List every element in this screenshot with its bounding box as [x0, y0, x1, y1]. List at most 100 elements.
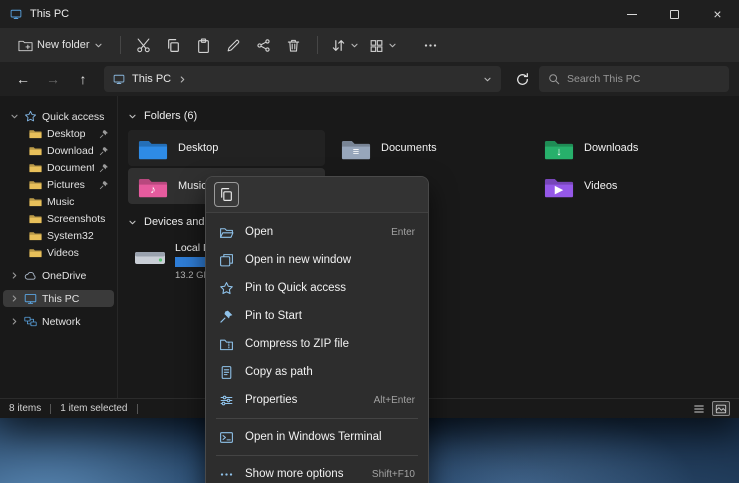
window-title: This PC: [30, 8, 69, 20]
menu-item-pin-to-quick-access[interactable]: Pin to Quick access: [210, 274, 424, 302]
menu-separator: [216, 455, 418, 456]
folders-section-header[interactable]: Folders (6): [128, 108, 731, 124]
thumbnails-view-button[interactable]: [712, 401, 730, 416]
music-glyph: ♪: [138, 182, 168, 199]
address-bar[interactable]: This PC: [104, 66, 501, 92]
downloads-glyph: ↓: [544, 144, 574, 161]
sidebar-item-desktop[interactable]: Desktop: [3, 125, 114, 142]
menu-item-copy-as-path[interactable]: Copy as path: [210, 358, 424, 386]
sidebar-item-this-pc[interactable]: This PC: [3, 290, 114, 307]
desktop-glyph: [138, 144, 168, 161]
sidebar-item-onedrive[interactable]: OneDrive: [3, 267, 114, 284]
menu-item-properties[interactable]: Properties Alt+Enter: [210, 386, 424, 414]
chevron-right-icon[interactable]: [10, 317, 19, 326]
sidebar-item-quick-access[interactable]: Quick access: [3, 108, 114, 125]
copy-icon: [166, 38, 181, 53]
documents-glyph: ≡: [341, 144, 371, 161]
menu-item-show-more-options[interactable]: Show more options Shift+F10: [210, 460, 424, 483]
search-input[interactable]: [567, 73, 720, 85]
close-button[interactable]: ×: [696, 0, 739, 28]
properties-icon: [219, 393, 234, 408]
sidebar-item-network[interactable]: Network: [3, 313, 114, 330]
sidebar-label: Quick access: [42, 111, 104, 123]
new-folder-button[interactable]: New folder: [10, 32, 111, 58]
chevron-right-icon[interactable]: [10, 294, 19, 303]
chevron-right-icon[interactable]: [10, 271, 19, 280]
videos-folder-icon: ▶: [544, 174, 574, 199]
new-window-icon: [219, 253, 234, 268]
maximize-button[interactable]: [653, 0, 696, 28]
folder-tile-desktop[interactable]: Desktop: [128, 130, 325, 166]
refresh-button[interactable]: [509, 66, 535, 92]
folder-icon: [29, 229, 42, 242]
breadcrumb[interactable]: This PC: [132, 73, 171, 85]
downloads-folder-icon: ↓: [544, 136, 574, 161]
search-box[interactable]: [539, 66, 729, 92]
folder-name: Music: [178, 180, 207, 192]
context-menu-quick-actions: [206, 177, 428, 213]
menu-item-compress-to-zip[interactable]: Compress to ZIP file: [210, 330, 424, 358]
context-menu: Open Enter Open in new window Pin to Qui…: [205, 176, 429, 483]
sidebar-item-system32[interactable]: System32: [3, 227, 114, 244]
titlebar[interactable]: This PC ×: [0, 0, 739, 28]
details-view-icon: [693, 403, 705, 415]
folder-tile-downloads[interactable]: ↓ Downloads: [534, 130, 731, 166]
sidebar-item-music[interactable]: Music: [3, 193, 114, 210]
back-icon: ←: [16, 71, 30, 87]
folder-name: Downloads: [584, 142, 638, 154]
cut-button[interactable]: [130, 32, 158, 58]
rename-button[interactable]: [220, 32, 248, 58]
menu-item-open-in-new-window[interactable]: Open in new window: [210, 246, 424, 274]
chevron-down-icon: [388, 41, 397, 50]
up-button[interactable]: ↑: [70, 66, 96, 92]
paste-button[interactable]: [190, 32, 218, 58]
folder-name: Documents: [381, 142, 437, 154]
view-button[interactable]: [365, 32, 401, 58]
folder-tile-videos[interactable]: ▶ Videos: [534, 168, 731, 204]
see-more-button[interactable]: [417, 32, 445, 58]
sidebar-label: Desktop: [47, 128, 86, 140]
menu-item-open-in-windows-terminal[interactable]: Open in Windows Terminal: [210, 423, 424, 451]
new-folder-icon: [18, 38, 33, 53]
folder-icon: [29, 144, 42, 157]
toolbar-separator: [317, 36, 318, 54]
menu-item-label: Open in Windows Terminal: [245, 431, 404, 443]
folder-icon: [29, 178, 42, 191]
folder-name: Desktop: [178, 142, 218, 154]
chevron-down-icon[interactable]: [128, 218, 137, 227]
menu-item-pin-to-start[interactable]: Pin to Start: [210, 302, 424, 330]
delete-button[interactable]: [280, 32, 308, 58]
copy-button[interactable]: [160, 32, 188, 58]
sidebar-item-documents[interactable]: Documents: [3, 159, 114, 176]
sidebar-item-videos[interactable]: Videos: [3, 244, 114, 261]
back-button[interactable]: ←: [10, 66, 36, 92]
chevron-down-icon[interactable]: [10, 112, 19, 121]
chevron-down-icon[interactable]: [128, 112, 137, 121]
copy-button[interactable]: [214, 182, 239, 207]
copy-icon: [219, 187, 234, 202]
close-icon: ×: [713, 7, 721, 21]
sidebar-item-screenshots[interactable]: Screenshots: [3, 210, 114, 227]
up-icon: ↑: [80, 71, 87, 87]
details-view-button[interactable]: [690, 401, 708, 416]
forward-button[interactable]: →: [40, 66, 66, 92]
sidebar-item-pictures[interactable]: Pictures: [3, 176, 114, 193]
menu-item-open[interactable]: Open Enter: [210, 218, 424, 246]
address-dropdown-icon[interactable]: [483, 75, 492, 84]
documents-folder-icon: ≡: [341, 136, 371, 161]
share-icon: [256, 38, 271, 53]
menu-item-shortcut: Shift+F10: [372, 469, 415, 480]
sidebar-item-downloads[interactable]: Downloads: [3, 142, 114, 159]
open-icon: [219, 225, 234, 240]
ellipsis-icon: [423, 38, 438, 53]
minimize-button[interactable]: [610, 0, 653, 28]
rename-icon: [226, 38, 241, 53]
quick-access-star-icon: [24, 110, 37, 123]
sort-button[interactable]: [327, 32, 363, 58]
refresh-icon: [515, 72, 530, 87]
folder-tile-documents[interactable]: ≡ Documents: [331, 130, 528, 166]
folder-icon: [29, 246, 42, 259]
section-title: Folders (6): [144, 110, 197, 122]
menu-item-label: Open in new window: [245, 254, 404, 266]
share-button[interactable]: [250, 32, 278, 58]
